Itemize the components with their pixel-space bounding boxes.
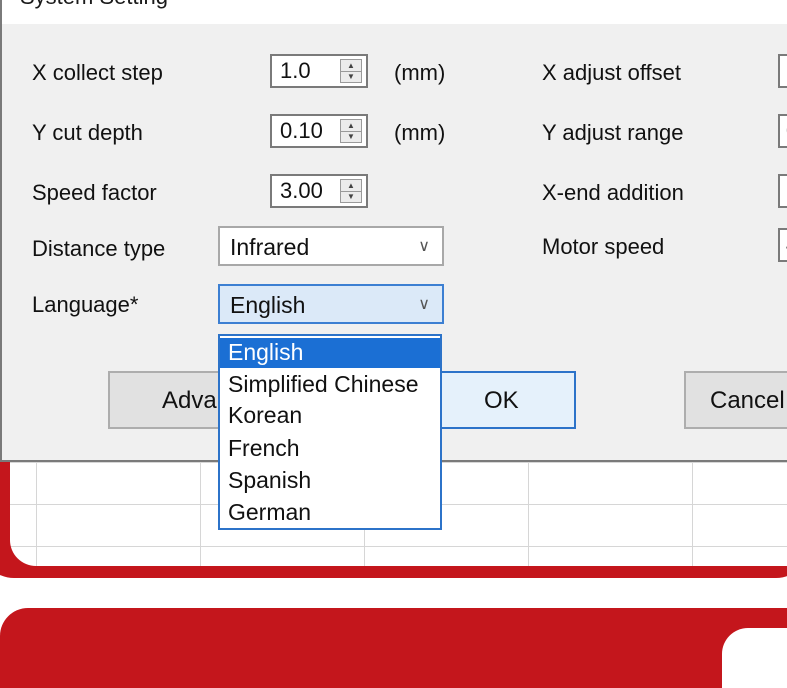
language-dropdown-list: English Simplified Chinese Korean French… xyxy=(218,334,442,530)
spin-down-icon[interactable]: ▼ xyxy=(341,71,361,82)
chevron-down-icon: ∨ xyxy=(418,238,430,255)
cancel-button[interactable]: Cancel xyxy=(684,371,787,429)
cancel-button-label: Cancel xyxy=(710,387,785,414)
x-collect-step-label: X collect step xyxy=(32,60,163,85)
x-end-addition-label: X-end addition xyxy=(542,180,684,205)
speed-factor-spinner[interactable]: 3.00 ▲ ▼ xyxy=(270,174,368,208)
language-option-german[interactable]: German xyxy=(220,498,440,528)
x-end-addition-input[interactable]: 2 xyxy=(778,174,787,208)
spin-down-icon[interactable]: ▼ xyxy=(341,131,361,142)
distance-type-label: Distance type xyxy=(32,236,166,261)
dialog-title: System Setting xyxy=(20,0,168,10)
motor-speed-label: Motor speed xyxy=(542,234,665,259)
language-option-english[interactable]: English xyxy=(220,338,440,368)
language-option-korean[interactable]: Korean xyxy=(220,401,440,431)
language-value: English xyxy=(230,292,306,318)
chevron-down-icon: ∨ xyxy=(418,296,430,313)
white-tab-shape xyxy=(722,628,787,688)
language-option-spanish[interactable]: Spanish xyxy=(220,466,440,496)
distance-type-value: Infrared xyxy=(230,234,310,260)
distance-type-select[interactable]: Infrared ∨ xyxy=(218,226,444,266)
x-collect-step-spinner[interactable]: 1.0 ▲ ▼ xyxy=(270,54,368,88)
spin-down-icon[interactable]: ▼ xyxy=(341,191,361,202)
spinner-buttons: ▲ ▼ xyxy=(340,119,362,143)
language-label: Language* xyxy=(32,292,139,317)
y-adjust-range-label: Y adjust range xyxy=(542,120,684,145)
x-adjust-offset-input[interactable]: 2 xyxy=(778,54,787,88)
speed-factor-label: Speed factor xyxy=(32,180,157,205)
y-cut-depth-label: Y cut depth xyxy=(32,120,143,145)
spinner-buttons: ▲ ▼ xyxy=(340,179,362,203)
ok-button-label: OK xyxy=(484,387,519,414)
y-cut-depth-spinner[interactable]: 0.10 ▲ ▼ xyxy=(270,114,368,148)
language-option-french[interactable]: French xyxy=(220,434,440,464)
y-cut-depth-value: 0.10 xyxy=(280,118,323,143)
x-collect-step-value: 1.0 xyxy=(280,58,311,83)
language-option-simplified-chinese[interactable]: Simplified Chinese xyxy=(220,370,440,400)
x-adjust-offset-label: X adjust offset xyxy=(542,60,682,85)
y-cut-depth-unit: (mm) xyxy=(394,120,446,145)
language-select[interactable]: English ∨ xyxy=(218,284,444,324)
dialog-title-bar: System Setting xyxy=(2,0,787,24)
speed-factor-value: 3.00 xyxy=(280,178,323,203)
spinner-buttons: ▲ ▼ xyxy=(340,59,362,83)
x-collect-step-unit: (mm) xyxy=(394,60,446,85)
motor-speed-input[interactable]: 4 xyxy=(778,228,787,262)
y-adjust-range-input[interactable]: 0 xyxy=(778,114,787,148)
red-bottom-panel xyxy=(0,608,787,688)
